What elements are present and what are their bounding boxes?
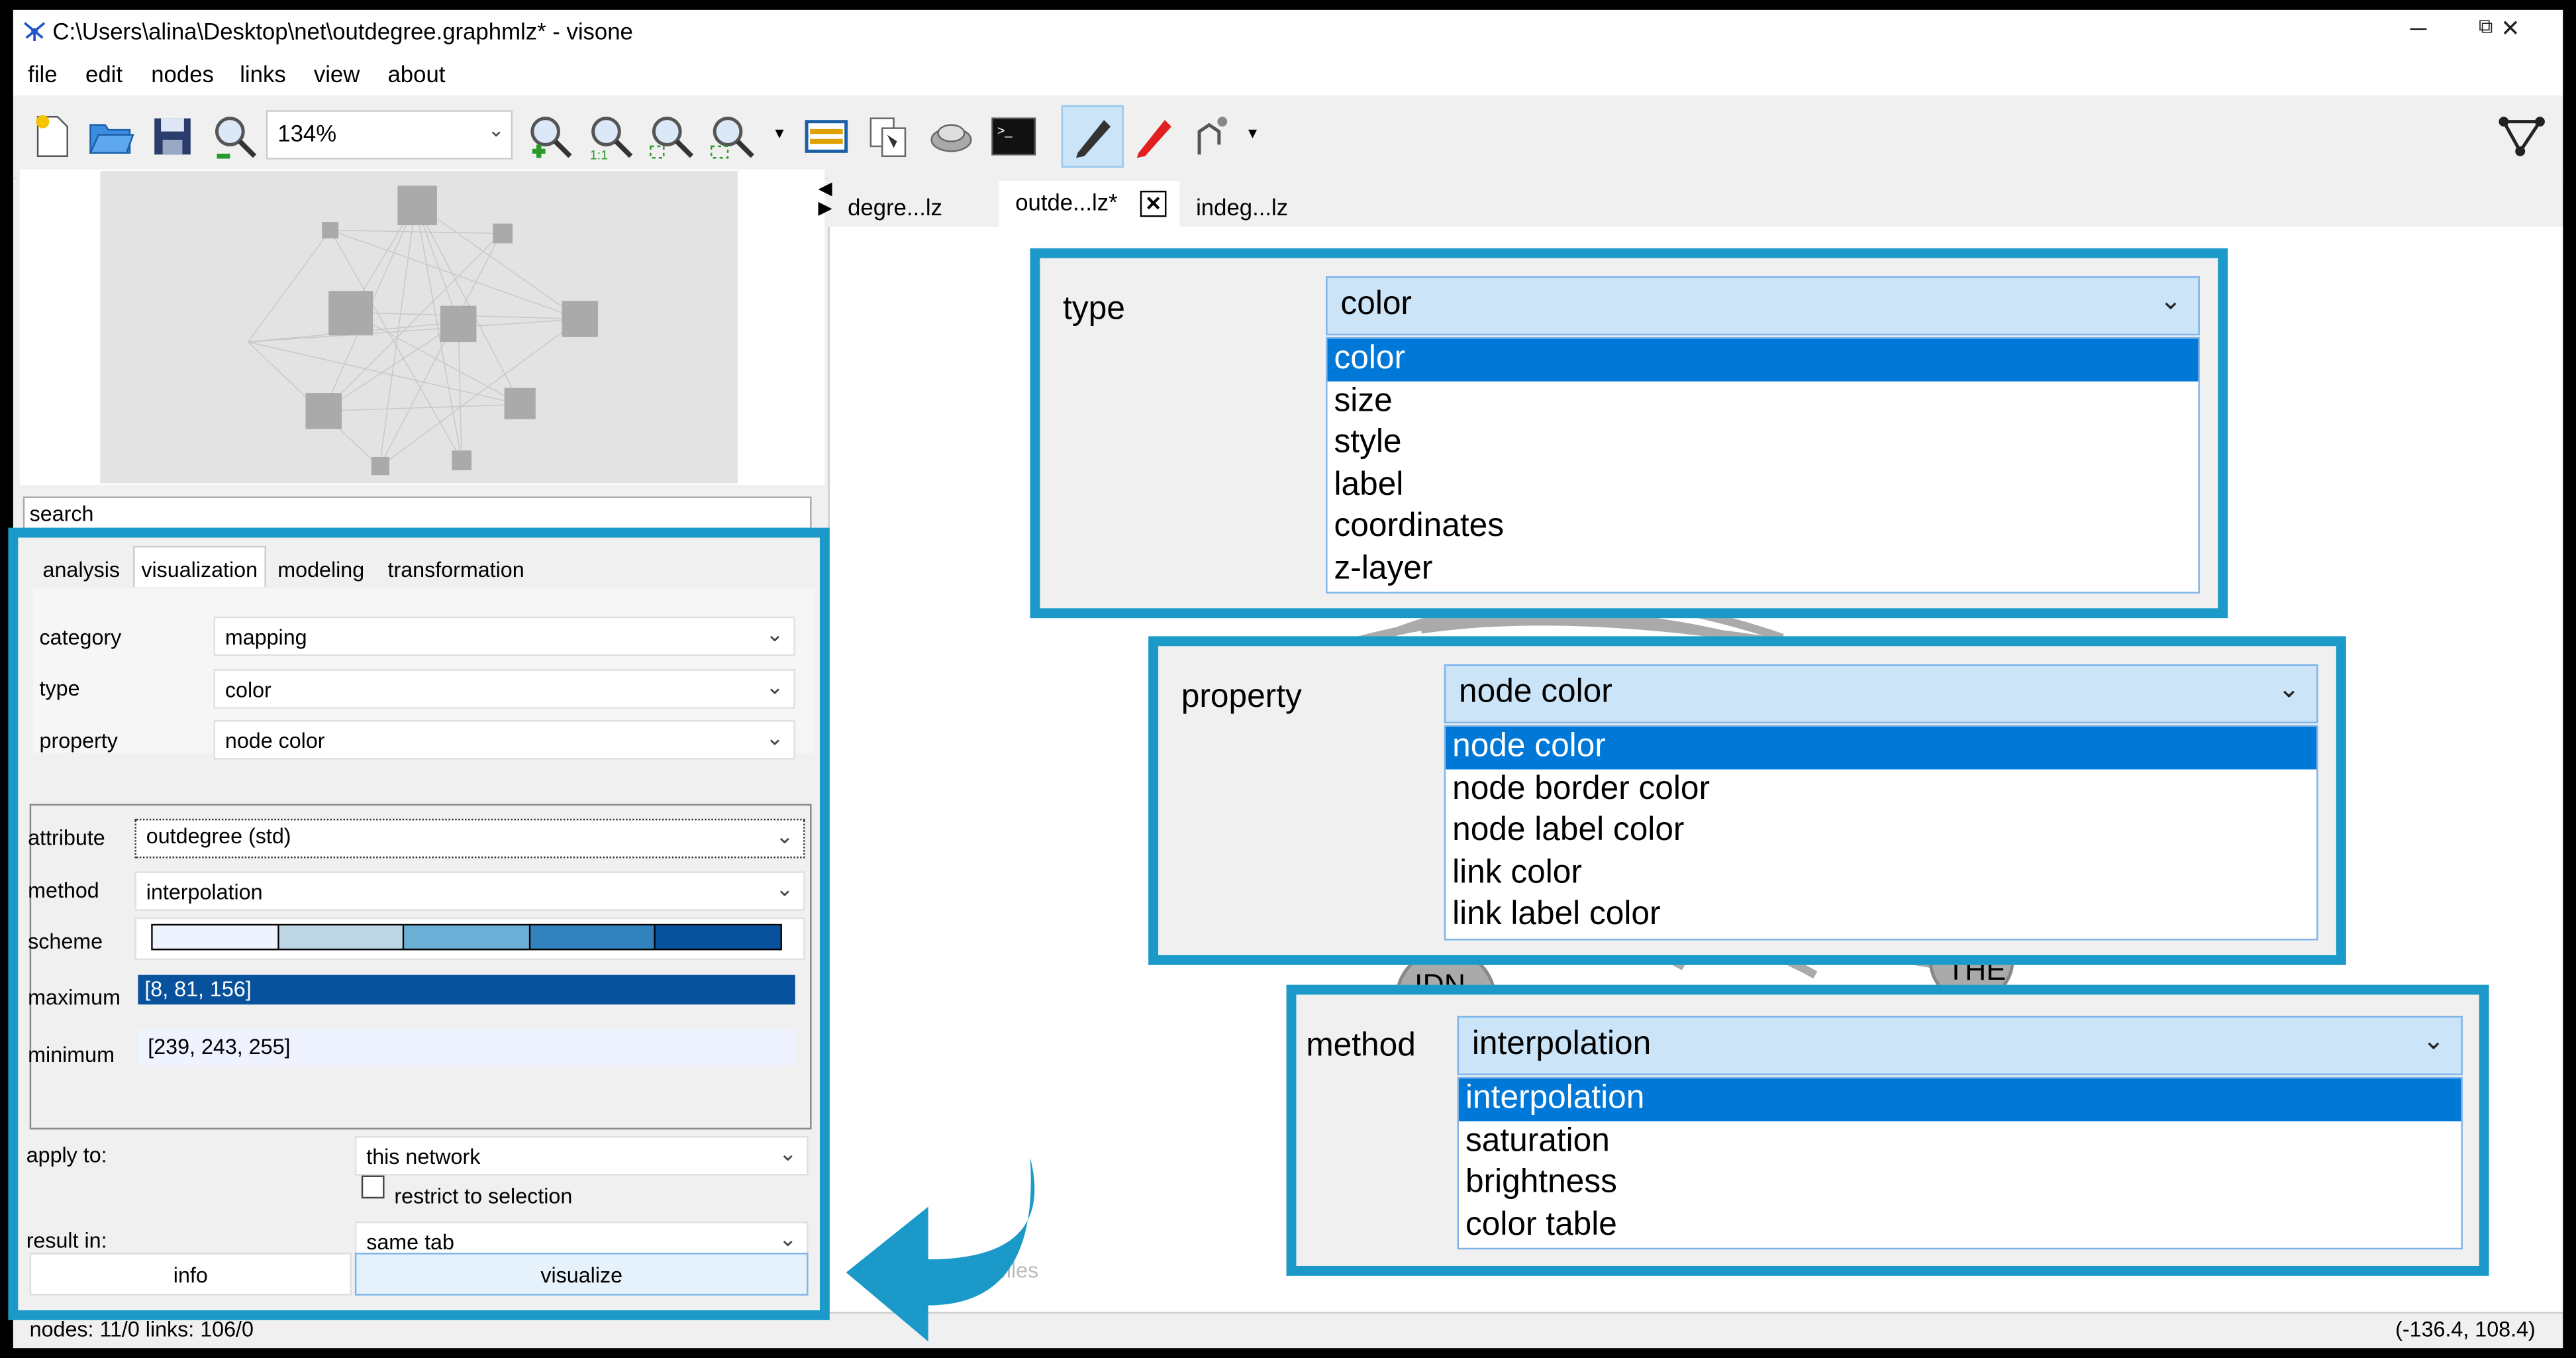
method-option-interpolation[interactable]: interpolation	[1459, 1078, 2461, 1121]
close-tab-icon[interactable]: ✕	[1140, 190, 1167, 217]
method-option-saturation[interactable]: saturation	[1459, 1120, 2461, 1162]
toolbar: 134% ⌄ 1:1 ▼ >_ ▼	[13, 95, 2563, 180]
tool-menu-arrow-icon[interactable]: ▼	[1246, 125, 1260, 142]
type-option-style[interactable]: style	[1328, 423, 2199, 464]
zoom-actual-size-icon[interactable]: 1:1	[587, 112, 636, 161]
method-callout: method interpolation ⌄ interpolation satu…	[1286, 984, 2489, 1276]
chevron-down-icon: ⌄	[2278, 676, 2301, 704]
svg-text:1:1: 1:1	[590, 148, 609, 161]
document-tab-bar: ◀ ▶ degre...lz outde...lz* ✕ indeg...lz	[818, 171, 2563, 227]
property-dropdown-list: node color node border color node label …	[1444, 725, 2318, 941]
menu-bar: file edit nodes links view about	[13, 56, 2563, 95]
chevron-down-icon: ⌄	[2159, 287, 2182, 316]
network-overview[interactable]	[19, 169, 825, 486]
method-option-brightness[interactable]: brightness	[1459, 1163, 2461, 1204]
console-icon[interactable]: >_	[989, 112, 1038, 161]
window-title: C:\Users\alina\Desktop\net\outdegree.gra…	[52, 18, 633, 45]
callout-property-select[interactable]: node color ⌄	[1444, 664, 2318, 723]
layout-icon[interactable]	[926, 112, 975, 161]
type-option-label[interactable]: label	[1328, 464, 2199, 506]
zoom-selection-icon[interactable]	[708, 112, 757, 161]
method-dropdown-list: interpolation saturation brightness colo…	[1457, 1076, 2463, 1250]
select-tool-icon[interactable]	[1186, 112, 1235, 161]
zoom-menu-arrow-icon[interactable]: ▼	[772, 125, 787, 142]
menu-about[interactable]: about	[387, 61, 445, 87]
callout-type-select[interactable]: color ⌄	[1326, 276, 2200, 336]
network-mode-icon[interactable]	[2497, 112, 2546, 161]
new-file-icon[interactable]	[26, 112, 75, 161]
menu-nodes[interactable]: nodes	[151, 61, 214, 87]
zoom-level-select[interactable]: 134% ⌄	[266, 110, 513, 160]
attribute-manager-icon[interactable]	[802, 112, 851, 161]
svg-text:>_: >_	[997, 124, 1013, 138]
collapse-pane-icon[interactable]: ◀	[818, 178, 832, 199]
menu-links[interactable]: links	[240, 61, 286, 87]
copy-selection-icon[interactable]	[864, 112, 913, 161]
type-dropdown-list: color size style label coordinates z-lay…	[1326, 337, 2200, 594]
title-bar: C:\Users\alina\Desktop\net\outdegree.gra…	[13, 9, 2563, 56]
menu-edit[interactable]: edit	[85, 61, 123, 87]
method-option-color-table[interactable]: color table	[1459, 1204, 2461, 1246]
overview-graph-icon	[248, 185, 599, 476]
curved-arrow-icon	[846, 1157, 1035, 1342]
callout-property-value: node color	[1459, 674, 1612, 711]
callout-method-value: interpolation	[1471, 1025, 1652, 1063]
zoom-in-icon[interactable]	[526, 112, 575, 161]
tab-indegree-file[interactable]: indeg...lz	[1179, 181, 1344, 227]
callout-type-label: type	[1063, 291, 1125, 327]
search-input[interactable]: search	[23, 496, 812, 530]
property-option-link-color[interactable]: link color	[1446, 853, 2316, 894]
callout-property-label: property	[1181, 678, 1302, 715]
property-option-link-label-color[interactable]: link label color	[1446, 894, 2316, 936]
tab-outdegree-label: outde...lz*	[1015, 189, 1118, 216]
overview-viewport	[100, 171, 738, 484]
status-counts: nodes: 11/0 links: 106/0	[29, 1316, 254, 1342]
zoom-out-icon[interactable]	[211, 112, 260, 161]
menu-view[interactable]: view	[314, 61, 360, 87]
callout-type-value: color	[1340, 286, 1412, 323]
chevron-down-icon: ⌄	[2422, 1027, 2445, 1056]
type-callout: type color ⌄ color size style label coord…	[1030, 248, 2228, 619]
save-icon[interactable]	[148, 112, 197, 161]
type-option-color[interactable]: color	[1327, 339, 2199, 381]
tab-degree-file[interactable]: degre...lz	[831, 181, 995, 227]
property-option-node-label-color[interactable]: node label color	[1446, 811, 2316, 853]
type-option-z-layer[interactable]: z-layer	[1328, 548, 2199, 590]
status-coordinates: (-136.4, 108.4)	[2395, 1316, 2536, 1342]
close-button[interactable]: ✕	[2477, 15, 2543, 42]
menu-file[interactable]: file	[28, 61, 57, 87]
expand-pane-icon[interactable]: ▶	[818, 197, 832, 219]
type-option-coordinates[interactable]: coordinates	[1328, 506, 2199, 548]
property-option-node-color[interactable]: node color	[1446, 726, 2317, 769]
red-pen-icon[interactable]	[1128, 112, 1177, 161]
type-option-size[interactable]: size	[1328, 381, 2199, 423]
zoom-level-value: 134%	[277, 120, 337, 146]
chevron-down-icon: ⌄	[487, 118, 505, 142]
open-folder-icon[interactable]	[85, 112, 134, 161]
pencil-icon	[1075, 120, 1111, 158]
callout-method-label: method	[1306, 1027, 1416, 1064]
property-callout: property node color ⌄ node color node bor…	[1148, 636, 2346, 965]
minimize-button[interactable]: ─	[2385, 15, 2451, 41]
visone-logo-icon	[24, 22, 46, 42]
zoom-fit-icon[interactable]	[647, 112, 696, 161]
highlight-frame	[8, 527, 830, 1320]
callout-method-select[interactable]: interpolation ⌄	[1457, 1016, 2463, 1076]
property-option-node-border-color[interactable]: node border color	[1446, 768, 2316, 810]
